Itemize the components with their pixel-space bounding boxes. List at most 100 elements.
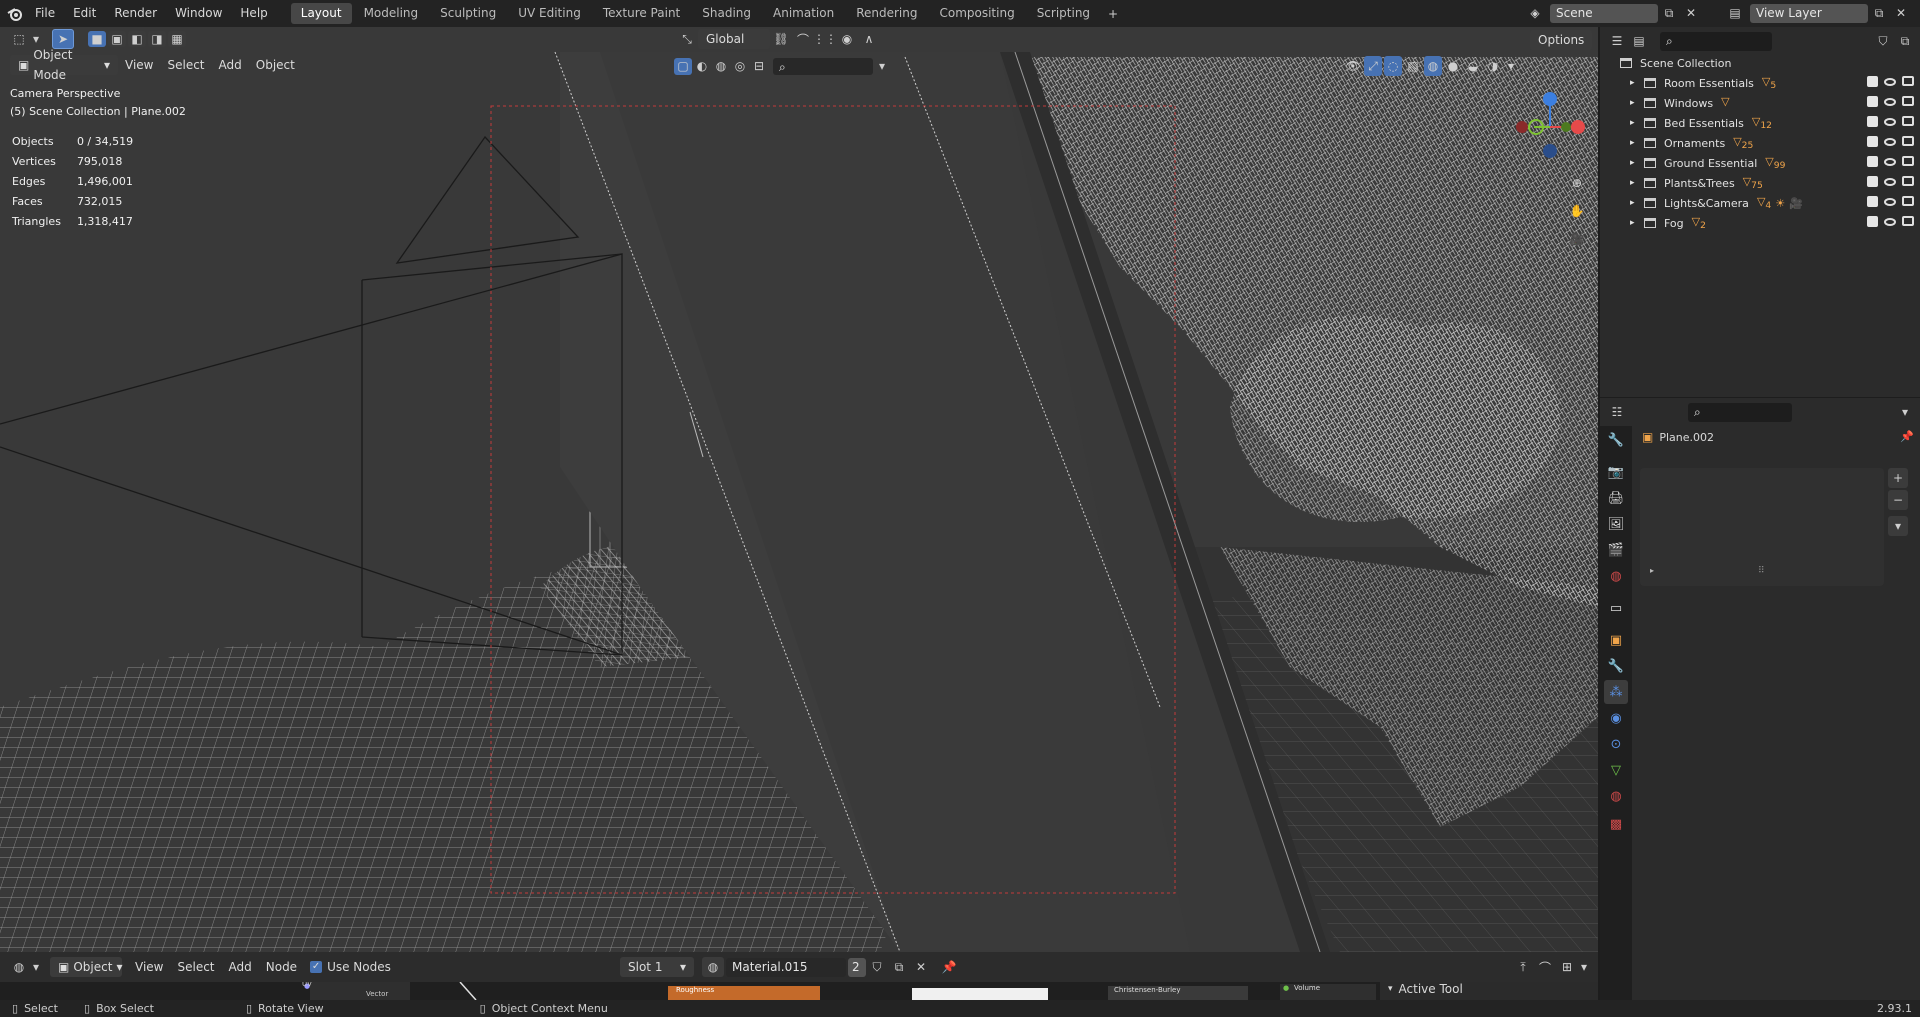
volume-output-node[interactable]: ● Volume — [1280, 984, 1376, 1000]
eye-icon[interactable] — [1884, 218, 1896, 226]
eye-icon[interactable] — [1884, 98, 1896, 106]
tab-animation[interactable]: Animation — [763, 3, 844, 24]
chevron-down-icon[interactable]: ▾ — [30, 957, 42, 977]
select-menu[interactable]: Select — [160, 58, 211, 72]
material-tab-icon[interactable]: ◍ — [1604, 784, 1628, 808]
expand-arrow-icon[interactable]: ▸ — [1630, 178, 1644, 188]
node-select-menu[interactable]: Select — [170, 960, 221, 974]
expand-arrow-icon[interactable]: ▸ — [1630, 78, 1644, 88]
world-filter-icon[interactable]: ◎ — [731, 58, 749, 75]
texture-filter-icon[interactable]: ⊟ — [750, 58, 768, 75]
node-node-menu[interactable]: Node — [259, 960, 304, 974]
output-tab-icon[interactable]: 🖨 — [1604, 486, 1628, 510]
world-tab-icon[interactable]: ◍ — [1604, 564, 1628, 588]
checkbox-icon[interactable] — [1867, 156, 1878, 167]
material-shading-icon[interactable]: ◒ — [1464, 56, 1482, 76]
texture-tab-icon[interactable]: ▩ — [1604, 812, 1628, 836]
camera-icon[interactable] — [1902, 176, 1914, 186]
physics-tab-icon[interactable]: ◉ — [1604, 706, 1628, 730]
shader-editor-type-icon[interactable]: ◍ — [8, 957, 30, 977]
pivot-icon[interactable]: ⛓ — [770, 29, 792, 49]
view-menu[interactable]: View — [118, 58, 160, 72]
particle-system-list[interactable]: ▸ ⠿ — [1640, 468, 1884, 586]
expand-arrow-icon[interactable]: ▸ — [1630, 158, 1644, 168]
expand-arrow-icon[interactable]: ▸ — [1630, 218, 1644, 228]
eye-icon[interactable] — [1884, 118, 1896, 126]
mesh-filter-icon[interactable]: ▢ — [674, 57, 692, 75]
tool-tab-icon[interactable]: 🔧 — [1604, 428, 1628, 452]
chevron-down-icon[interactable]: ▾ — [874, 56, 890, 76]
expand-arrow-icon[interactable]: ▸ — [1630, 138, 1644, 148]
camera-view-icon[interactable]: 🎥 — [1566, 229, 1588, 249]
properties-editor-icon[interactable]: ☷ — [1606, 402, 1628, 422]
checkbox-icon[interactable] — [1867, 136, 1878, 147]
new-view-layer-icon[interactable]: ⧉ — [1868, 3, 1890, 23]
use-nodes-toggle[interactable]: ✓ Use Nodes — [310, 960, 391, 974]
collection-row[interactable]: ▸ Bed Essentials ▽12 — [1620, 113, 1914, 133]
scene-icon[interactable]: ◈ — [1524, 3, 1546, 23]
checkbox-icon[interactable] — [1867, 76, 1878, 87]
camera-icon[interactable] — [1902, 116, 1914, 126]
checkbox-icon[interactable] — [1867, 96, 1878, 107]
zoom-icon[interactable]: ⊕ — [1566, 173, 1588, 193]
rendered-shading-icon[interactable]: ◑ — [1484, 56, 1502, 76]
duplicate-material-icon[interactable]: ⧉ — [888, 957, 910, 977]
chevron-down-icon[interactable]: ▾ — [1888, 516, 1908, 536]
camera-icon[interactable] — [1902, 136, 1914, 146]
delete-scene-icon[interactable]: ✕ — [1680, 3, 1702, 23]
tab-scripting[interactable]: Scripting — [1027, 3, 1100, 24]
orientation-dropdown[interactable]: Global — [698, 29, 770, 49]
collection-tab-icon[interactable]: ▭ — [1604, 596, 1628, 620]
node-add-menu[interactable]: Add — [222, 960, 259, 974]
extend-selection-icon[interactable]: ▣ — [108, 31, 126, 47]
object-mode-dropdown[interactable]: ▣ Object Mode ▾ — [10, 48, 118, 82]
gizmo-icon[interactable]: ⤢ — [1364, 56, 1382, 76]
outliner-search-input[interactable]: ⌕ — [1660, 31, 1772, 51]
tab-rendering[interactable]: Rendering — [846, 3, 927, 24]
xray-icon[interactable]: ▧ — [1404, 56, 1422, 76]
tab-layout[interactable]: Layout — [290, 3, 352, 24]
blender-logo-icon[interactable] — [4, 4, 26, 24]
eye-icon[interactable] — [1884, 78, 1896, 86]
object-tab-icon[interactable]: ▣ — [1604, 628, 1628, 652]
display-mode-icon[interactable]: ▤ — [1628, 31, 1650, 51]
add-slot-icon[interactable]: + — [1888, 468, 1908, 488]
scene-tab-icon[interactable]: 🎬 — [1604, 538, 1628, 562]
shading-filter-icon[interactable]: ◐ — [693, 58, 711, 75]
options-menu[interactable]: Options — [1530, 30, 1593, 50]
falloff-icon[interactable]: ∧ — [858, 29, 880, 49]
camera-icon[interactable] — [1902, 196, 1914, 206]
menu-file[interactable]: File — [26, 0, 64, 27]
orientation-icon[interactable]: ⤡ — [676, 29, 698, 49]
render-filter-icon[interactable]: ◍ — [712, 58, 730, 75]
modifier-tab-icon[interactable]: 🔧 — [1604, 654, 1628, 678]
node-canvas[interactable]: ● UV Vector Roughness Christensen-Burley… — [0, 982, 1380, 1000]
expand-arrow-icon[interactable]: ▸ — [1630, 98, 1644, 108]
view-layer-field[interactable]: View Layer — [1750, 3, 1868, 23]
expand-arrow-icon[interactable]: ▸ — [1650, 566, 1654, 575]
collection-row[interactable]: ▸ Fog ▽2 — [1620, 213, 1914, 233]
node-view-menu[interactable]: View — [128, 960, 170, 974]
pin-icon[interactable]: 📌 — [1900, 430, 1914, 443]
pan-hand-icon[interactable]: ✋ — [1566, 201, 1588, 221]
new-collection-icon[interactable]: ⧉ — [1894, 31, 1916, 51]
parent-node-tree-icon[interactable]: ⤒ — [1512, 957, 1534, 977]
active-tool-header[interactable]: ▾ Active Tool — [1380, 982, 1598, 996]
particles-tab-icon[interactable]: ⁂ — [1604, 680, 1628, 704]
outliner-editor-icon[interactable]: ☰ — [1606, 31, 1628, 51]
material-users-count[interactable]: 2 — [848, 957, 866, 977]
chevron-down-icon[interactable]: ▾ — [1894, 402, 1916, 422]
editor-type-icon[interactable]: ⬚ — [8, 29, 30, 49]
visibility-icon[interactable]: 👁 — [1344, 56, 1362, 76]
slot-dropdown[interactable]: Slot 1 ▾ — [620, 957, 694, 977]
expand-arrow-icon[interactable]: ▸ — [1630, 118, 1644, 128]
collection-row[interactable]: ▸ Windows ▽ — [1620, 93, 1914, 113]
camera-icon[interactable] — [1902, 76, 1914, 86]
material-browse-icon[interactable]: ◍ — [702, 957, 724, 977]
collection-row[interactable]: ▸ Plants&Trees ▽75 — [1620, 173, 1914, 193]
eye-icon[interactable] — [1884, 178, 1896, 186]
constraints-tab-icon[interactable]: ⊙ — [1604, 732, 1628, 756]
unlink-material-icon[interactable]: ✕ — [910, 957, 932, 977]
tab-compositing[interactable]: Compositing — [929, 3, 1024, 24]
view-layer-tab-icon[interactable]: 🖼 — [1604, 512, 1628, 536]
